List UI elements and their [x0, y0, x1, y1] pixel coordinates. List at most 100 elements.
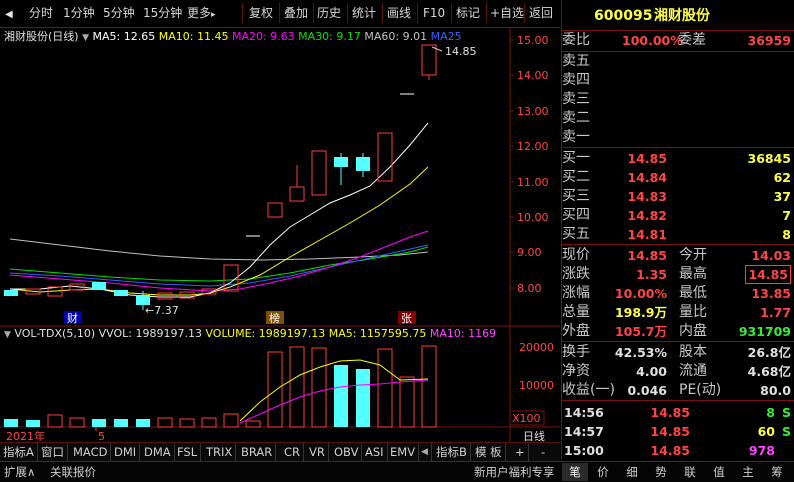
stat-row: 外盘 105.7万 内盘 931709: [562, 321, 794, 342]
statistics-button[interactable]: 统计: [349, 4, 379, 23]
bid-price: 14.82: [627, 208, 667, 223]
price-tick: 9.00: [517, 246, 542, 259]
ask-row: 卖四: [562, 70, 794, 91]
stat-label: 最高: [679, 266, 707, 282]
tick-row: 14:57 14.85 60 S: [562, 421, 794, 442]
tab-scroll-icon[interactable]: ◀: [418, 443, 432, 461]
history-button[interactable]: 历史: [314, 4, 344, 23]
volume-legend: ▼ VOL-TDX(5,10) VVOL: 1989197.13 VOLUME:…: [4, 327, 496, 340]
low-price-value: 7.37: [154, 304, 179, 317]
tab-price[interactable]: 价: [590, 463, 616, 481]
tab-period-more[interactable]: 更多▸: [184, 4, 219, 23]
promo-link[interactable]: 新用户福利专享: [474, 463, 555, 481]
tab-indicator-b[interactable]: 指标B: [433, 443, 471, 461]
volume-bar: [136, 419, 150, 427]
expand-button[interactable]: 扩展∧: [4, 463, 35, 481]
add-watchlist-button[interactable]: +自选: [487, 4, 527, 23]
bid-row[interactable]: 买三 14.83 37: [562, 186, 794, 207]
overlay-button[interactable]: 叠加: [281, 4, 311, 23]
bid-row[interactable]: 买一 14.85 36845: [562, 148, 794, 169]
vvol-label: VVOL: 1989197.13: [98, 327, 202, 340]
stat-label: 现价: [562, 247, 590, 263]
tab-period-1min[interactable]: 1分钟: [60, 4, 98, 23]
weibi-label: 委比: [562, 32, 590, 48]
tab-period-5min[interactable]: 5分钟: [100, 4, 138, 23]
high-price: 14.85: [745, 265, 791, 284]
bid-volume: 36845: [747, 151, 792, 166]
inner-volume: 931709: [738, 324, 791, 339]
volume-toggle-icon[interactable]: ▼: [4, 330, 11, 340]
turnover: 42.53%: [614, 345, 667, 360]
tab-remove[interactable]: -: [538, 443, 548, 461]
price-axis: 15.00 14.00 13.00 12.00 11.00 10.00 9.00…: [510, 34, 549, 295]
bid-row[interactable]: 买五 14.81 8: [562, 224, 794, 245]
candles: [4, 44, 437, 310]
tab-trix[interactable]: TRIX: [203, 443, 237, 461]
adjust-button[interactable]: 复权: [246, 4, 276, 23]
tab-asi[interactable]: ASI: [362, 443, 388, 461]
tab-brar[interactable]: BRAR: [238, 443, 277, 461]
ask-label: 卖二: [562, 110, 590, 126]
volume-title: VOL-TDX(5,10): [14, 327, 96, 340]
tab-period-15min[interactable]: 15分钟: [140, 4, 185, 23]
stat-label: 换手: [562, 344, 590, 360]
volume-bar: [47, 414, 63, 428]
tick-row: 15:00 14.85 978: [562, 440, 794, 461]
stat-label: 总量: [562, 304, 590, 320]
tab-chips[interactable]: 筹: [764, 463, 790, 481]
bid-price: 14.84: [627, 170, 667, 185]
tab-vr[interactable]: VR: [306, 443, 329, 461]
tab-detail[interactable]: 细: [619, 463, 645, 481]
volume-bar: [4, 419, 18, 427]
stat-label: 外盘: [562, 323, 590, 339]
candle: [114, 290, 128, 296]
back-button[interactable]: 返回: [526, 4, 556, 23]
change-percent: 10.00%: [614, 286, 667, 301]
volume-bar: [92, 419, 106, 427]
tab-trend[interactable]: 势: [648, 463, 674, 481]
tab-period-timeshare[interactable]: 分时: [26, 4, 56, 23]
tab-macd[interactable]: MACD: [70, 443, 112, 461]
f10-button[interactable]: F10: [420, 4, 448, 23]
tab-dma[interactable]: DMA: [141, 443, 175, 461]
tick-volume: 978: [748, 443, 775, 458]
volume-bar: [201, 417, 217, 428]
mark-button[interactable]: 标记: [453, 4, 483, 23]
tab-cr[interactable]: CR: [281, 443, 305, 461]
tab-window[interactable]: 窗口: [38, 443, 68, 461]
bid-volume: 37: [773, 189, 791, 204]
order-ratio-row: 委比 100.00% 委差 36959: [562, 30, 794, 51]
total-volume: 198.9万: [614, 305, 667, 320]
bid-row[interactable]: 买四 14.82 7: [562, 205, 794, 226]
tab-value[interactable]: 值: [706, 463, 732, 481]
quote-panel: 600095 湘财股份 委比 100.00% 委差 36959 卖五 卖四 卖三…: [561, 0, 794, 460]
price-tick: 12.00: [517, 140, 549, 153]
tab-main[interactable]: 主: [735, 463, 761, 481]
ma5-line: [10, 122, 429, 298]
volume-bar: [356, 369, 370, 427]
indicator-tab-bar: 指标A 窗口 MACD DMI DMA FSL TRIX BRAR CR VR …: [0, 442, 560, 462]
ask-label: 卖五: [562, 53, 590, 69]
outer-volume: 105.7万: [614, 324, 667, 339]
bid-row[interactable]: 买二 14.84 62: [562, 167, 794, 188]
total-shares: 26.8亿: [747, 345, 791, 360]
volume-tick: 20000: [519, 341, 554, 354]
tab-add[interactable]: +: [512, 443, 529, 461]
tab-obv[interactable]: OBV: [331, 443, 363, 461]
tab-link[interactable]: 联: [677, 463, 703, 481]
ma20-line: [9, 230, 429, 292]
tick-side: S: [781, 405, 791, 420]
tab-trades[interactable]: 笔: [562, 463, 588, 481]
kline-chart-area[interactable]: 湘财股份(日线) ▼ MA5: 12.65 MA10: 11.45 MA20: …: [0, 27, 560, 460]
menu-arrow-icon[interactable]: ◀: [2, 5, 16, 24]
price-tick: 10.00: [517, 211, 549, 224]
related-quote-button[interactable]: 关联报价: [50, 463, 96, 481]
high-pointer: [431, 46, 443, 52]
draw-line-button[interactable]: 画线: [384, 4, 414, 23]
tab-emv[interactable]: EMV: [387, 443, 420, 461]
tab-dmi[interactable]: DMI: [111, 443, 141, 461]
tick-row: 14:56 14.85 8 S: [562, 402, 794, 423]
tab-template[interactable]: 模 板: [472, 443, 506, 461]
tab-fsl[interactable]: FSL: [174, 443, 202, 461]
tab-indicator-a[interactable]: 指标A: [0, 443, 38, 461]
